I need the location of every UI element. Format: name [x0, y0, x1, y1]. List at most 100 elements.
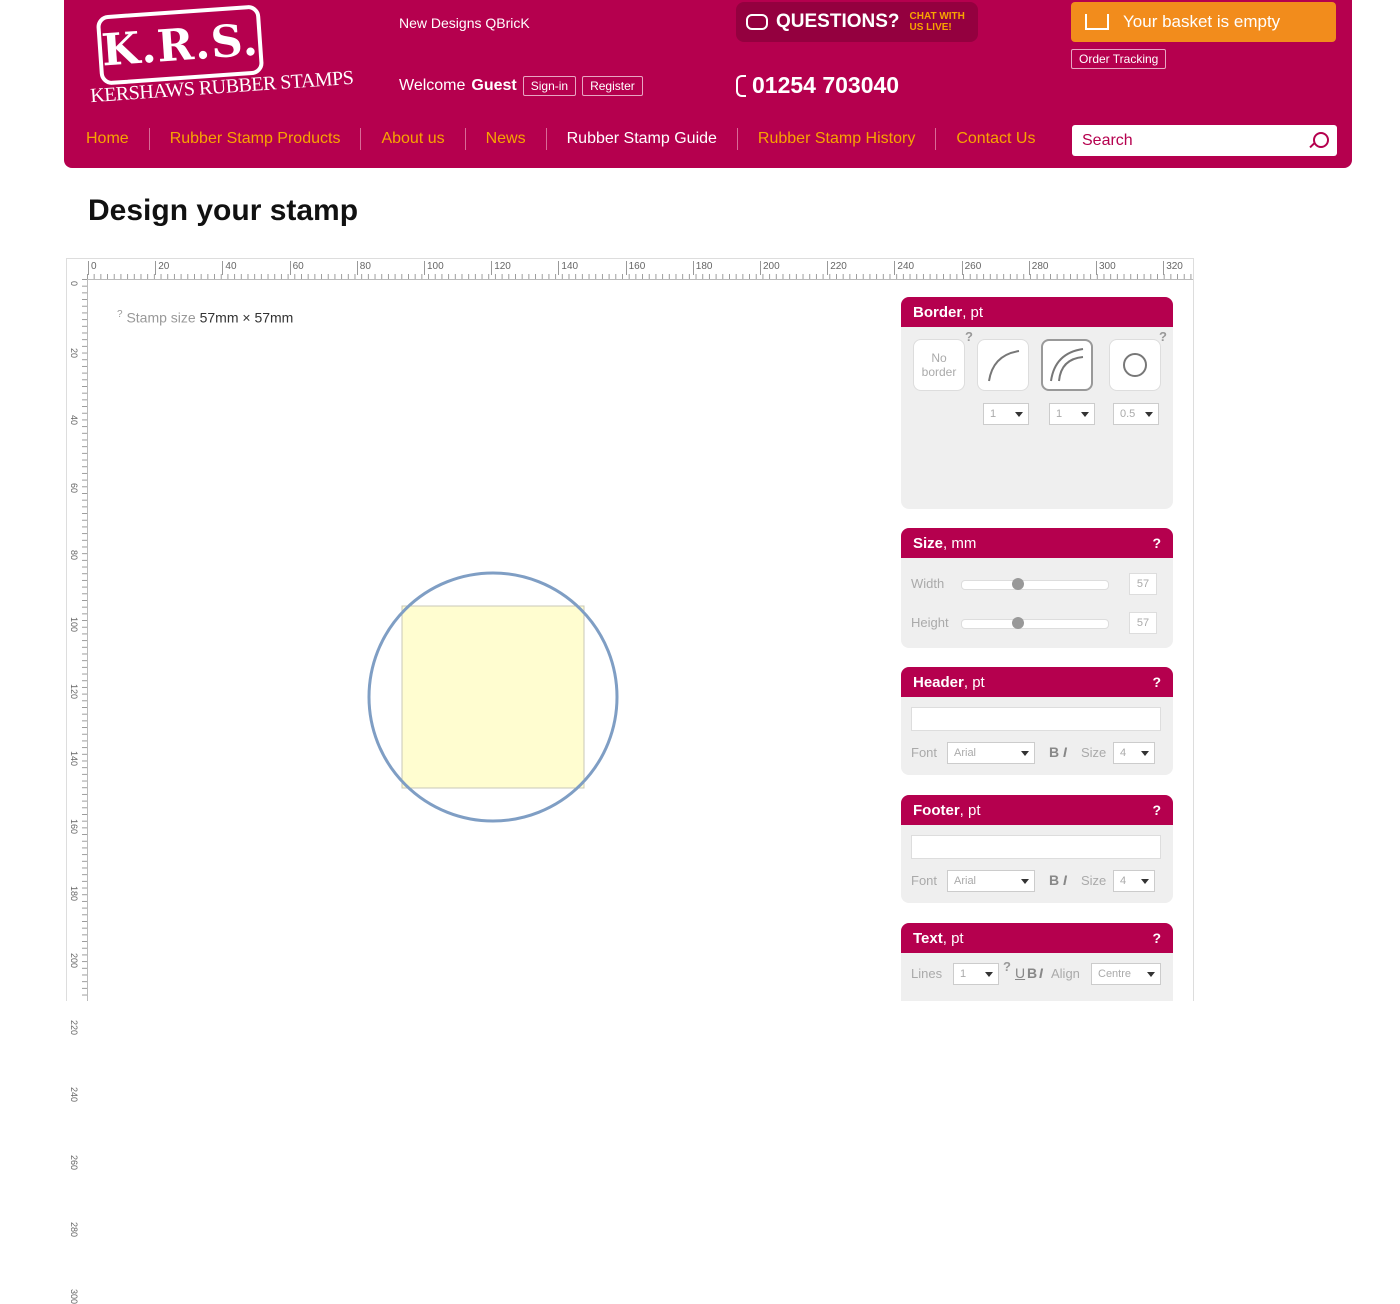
ruler-top-tick: 160 — [625, 261, 645, 275]
nav-news[interactable]: News — [486, 130, 526, 148]
size-help-icon[interactable]: ? — [1152, 535, 1161, 551]
stamp-preview[interactable] — [367, 571, 619, 823]
nav-contact-us[interactable]: Contact Us — [956, 130, 1035, 148]
header-font-select[interactable]: Arial — [947, 742, 1035, 764]
footer-panel-title: Footer — [913, 801, 960, 819]
speech-bubble-icon — [746, 14, 768, 30]
header-help-icon[interactable]: ? — [1152, 674, 1161, 690]
nav-rubber-stamp-guide[interactable]: Rubber Stamp Guide — [567, 130, 717, 148]
ruler-top-tick: 40 — [222, 261, 237, 275]
stamp-text-area[interactable] — [401, 605, 585, 789]
ruler-left-tick: 160 — [69, 818, 79, 834]
italic-toggle[interactable]: I — [1039, 965, 1043, 981]
ruler-left-tick: 140 — [69, 751, 79, 767]
nav-rubber-stamp-history[interactable]: Rubber Stamp History — [758, 130, 915, 148]
ruler-left-tick: 260 — [69, 1154, 79, 1170]
header-bold-toggle[interactable]: B — [1049, 744, 1059, 760]
ruler-left-tick: 200 — [69, 953, 79, 969]
ruler-left-tick: 20 — [69, 348, 79, 359]
ruler-left-tick: 60 — [69, 482, 79, 493]
footer-bold-toggle[interactable]: B — [1049, 872, 1059, 888]
ruler-left-tick: 300 — [69, 1289, 79, 1304]
lines-select[interactable]: 1 — [953, 963, 999, 985]
select-value: 1 — [960, 968, 967, 980]
thin-border-option[interactable] — [977, 339, 1029, 391]
basket-button[interactable]: Your basket is empty — [1071, 2, 1336, 42]
border-help-icon[interactable]: ? — [965, 329, 973, 344]
lines-help-icon[interactable]: ? — [1003, 959, 1011, 974]
height-slider-knob[interactable] — [1012, 617, 1024, 629]
new-designs-link[interactable]: New Designs QBricK — [399, 15, 530, 31]
questions-label: QUESTIONS? — [776, 11, 900, 32]
height-slider[interactable] — [961, 617, 1109, 629]
border-width-select-1[interactable]: 1 — [983, 403, 1029, 425]
krs-logo[interactable]: K.R.S. KERSHAWS RUBBER STAMPS — [90, 4, 354, 107]
ruler-left: 0 20 40 60 80 100 120 140 160 180 200 220 240 260 280 3… — [67, 279, 88, 1304]
ruler-top-tick: 240 — [894, 261, 914, 275]
nav-divider — [360, 128, 362, 150]
text-panel: Text, pt ? Lines 1 ? U B I Align Centre — [901, 923, 1173, 1001]
underline-toggle[interactable]: U — [1015, 965, 1025, 981]
select-value: Arial — [954, 747, 977, 759]
ruler-top-tick: 280 — [1028, 261, 1048, 275]
header-text-input[interactable] — [911, 707, 1161, 731]
nav-rubber-stamp-products[interactable]: Rubber Stamp Products — [170, 130, 341, 148]
footer-help-icon[interactable]: ? — [1152, 802, 1161, 818]
chevron-down-icon — [1015, 412, 1023, 417]
search-box — [1072, 125, 1337, 156]
border-panel-title: Border — [913, 303, 963, 321]
thin-arc-icon — [988, 350, 1020, 382]
nav-divider — [545, 128, 547, 150]
header-panel-unit: , pt — [963, 673, 985, 691]
width-input[interactable]: 57 — [1129, 573, 1157, 595]
text-panel-header: Text, pt ? — [901, 923, 1173, 953]
border-width-select-3[interactable]: 0.5 — [1113, 403, 1159, 425]
footer-font-label: Font — [911, 873, 938, 888]
nav-about-us[interactable]: About us — [381, 130, 444, 148]
ruler-left-tick: 40 — [69, 415, 79, 426]
select-value: Centre — [1098, 968, 1132, 980]
sign-in-button[interactable]: Sign-in — [522, 76, 577, 96]
border-panel: Border, pt ? ? No border 1 1 0.5 — [901, 297, 1173, 509]
width-slider[interactable] — [961, 578, 1109, 590]
footer-text-input[interactable] — [911, 835, 1161, 859]
register-button[interactable]: Register — [582, 76, 643, 96]
size-panel-title: Size — [913, 534, 944, 552]
text-help-icon[interactable]: ? — [1152, 930, 1161, 946]
border-width-select-2[interactable]: 1 — [1049, 403, 1095, 425]
ruler-top-tick: 120 — [491, 261, 511, 275]
footer-size-select[interactable]: 4 — [1113, 870, 1155, 892]
footer-italic-toggle[interactable]: I — [1063, 872, 1067, 888]
width-label: Width — [911, 576, 945, 591]
circle-border-option[interactable] — [1109, 339, 1161, 391]
align-select[interactable]: Centre — [1091, 963, 1161, 985]
header-size-select[interactable]: 4 — [1113, 742, 1155, 764]
chevron-down-icon — [1021, 879, 1029, 884]
select-value: Arial — [954, 875, 977, 887]
stamp-size-help-icon[interactable]: ? — [117, 309, 123, 320]
width-slider-knob[interactable] — [1012, 578, 1024, 590]
welcome-user: Guest — [471, 77, 517, 94]
ruler-top-tick: 100 — [424, 261, 444, 275]
search-input[interactable] — [1080, 130, 1304, 151]
header-text-panel-header: Header, pt ? — [901, 667, 1173, 697]
header-font-label: Font — [911, 745, 938, 760]
no-border-option[interactable]: No border — [913, 339, 965, 391]
align-label: Align — [1051, 966, 1080, 981]
chevron-down-icon — [1147, 972, 1155, 977]
border-shape-help-icon[interactable]: ? — [1159, 329, 1167, 344]
select-value: 0.5 — [1120, 408, 1136, 420]
stamp-designer: 0 20 40 60 80 100 120 140 160 180 200 220 240 260 280 3… — [66, 258, 1194, 1304]
order-tracking-button[interactable]: Order Tracking — [1071, 49, 1167, 69]
welcome-prefix: Welcome — [399, 77, 466, 94]
chevron-down-icon — [1141, 751, 1149, 756]
logo-text: K.R.S. — [99, 14, 261, 76]
double-border-option[interactable] — [1041, 339, 1093, 391]
bold-toggle[interactable]: B — [1027, 965, 1037, 981]
height-input[interactable]: 57 — [1129, 612, 1157, 634]
footer-font-select[interactable]: Arial — [947, 870, 1035, 892]
header-italic-toggle[interactable]: I — [1063, 744, 1067, 760]
nav-home[interactable]: Home — [86, 130, 129, 148]
questions-chat-button[interactable]: QUESTIONS? CHAT WITH US LIVE! — [736, 2, 978, 42]
search-icon[interactable] — [1313, 132, 1329, 148]
